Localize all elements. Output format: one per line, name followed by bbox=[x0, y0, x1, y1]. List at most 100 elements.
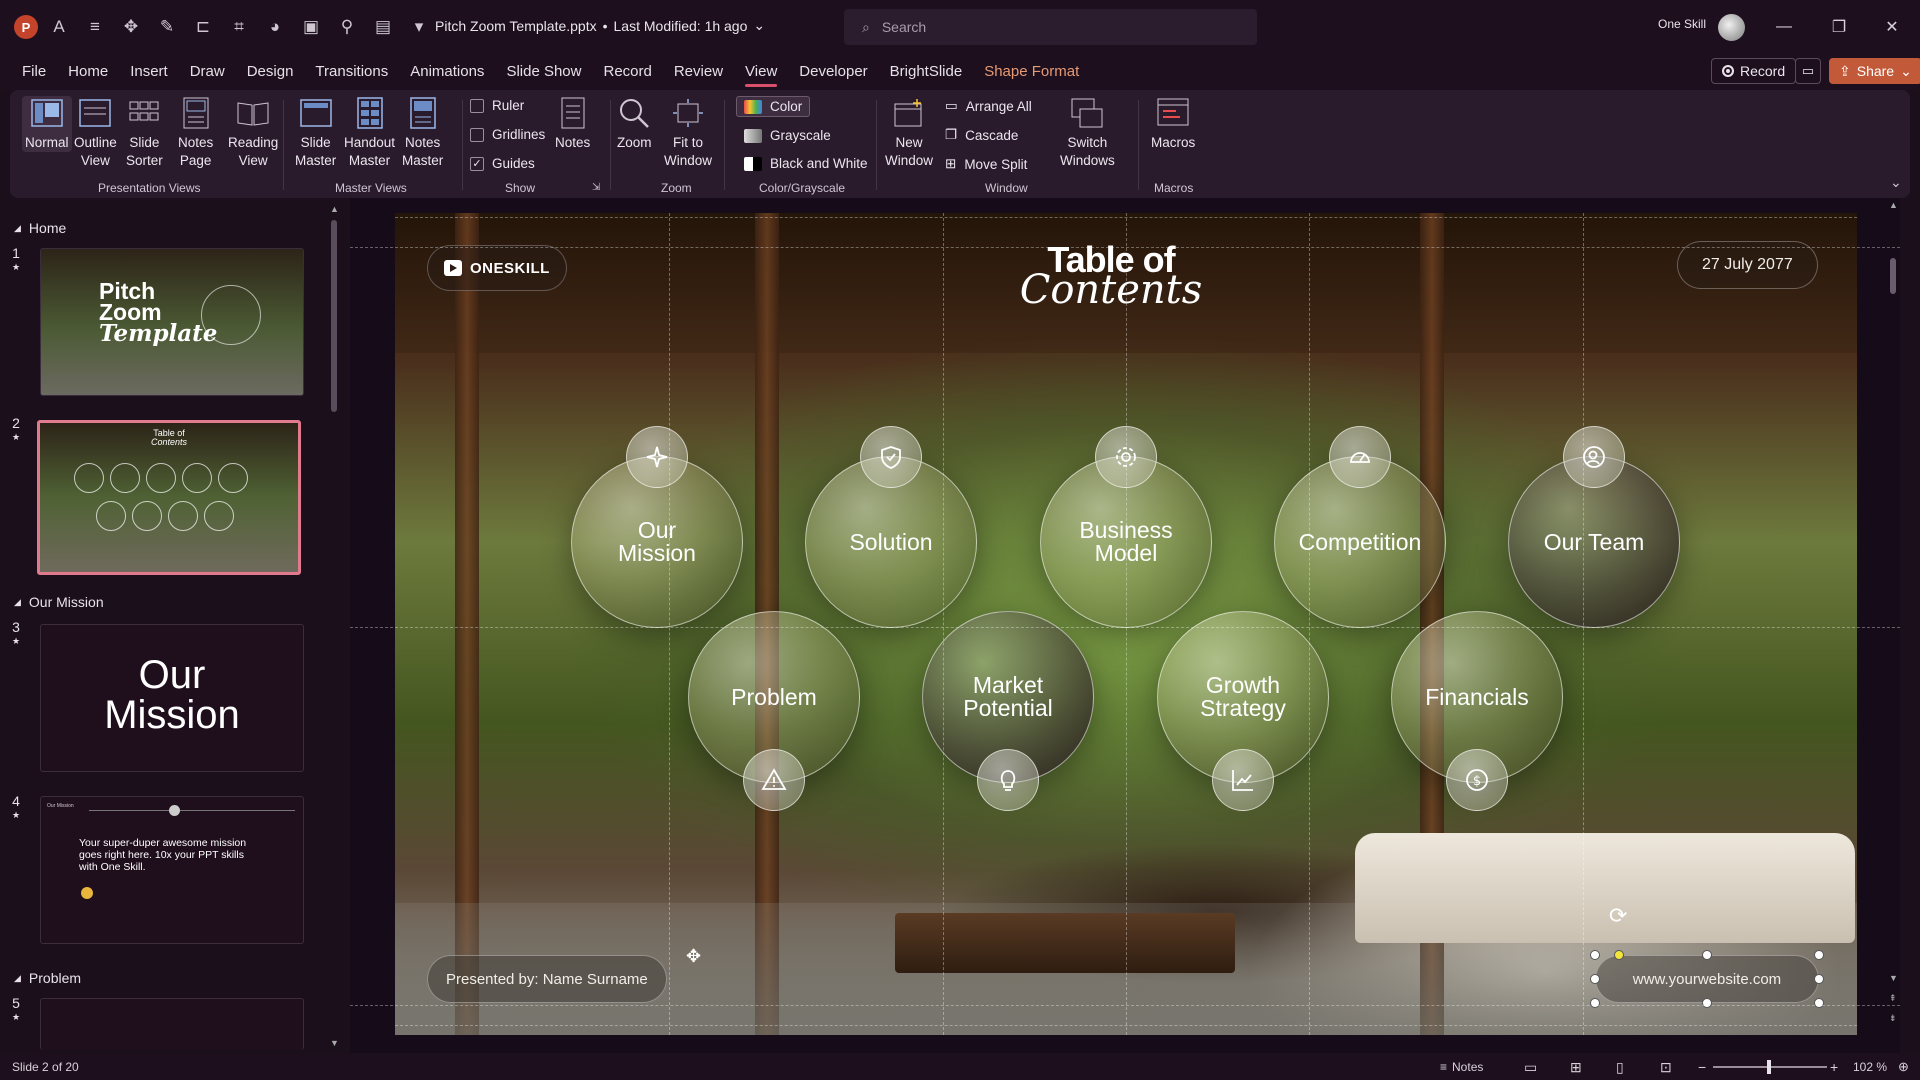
macros-button[interactable]: Macros bbox=[1151, 96, 1195, 152]
eyedropper-icon[interactable]: ⚲ bbox=[332, 12, 362, 42]
outline-view-button[interactable]: Outline View bbox=[74, 96, 117, 170]
slide-master-button[interactable]: Slide Master bbox=[295, 96, 336, 170]
tab-review[interactable]: Review bbox=[663, 54, 734, 90]
tab-record[interactable]: Record bbox=[592, 54, 662, 90]
adjustment-handle[interactable] bbox=[1614, 950, 1624, 960]
scroll-up-icon[interactable]: ▲ bbox=[330, 204, 339, 214]
resize-handle[interactable] bbox=[1590, 950, 1600, 960]
share-button[interactable]: ⇪ Share ⌄ bbox=[1829, 58, 1920, 84]
handout-master-button[interactable]: Handout Master bbox=[344, 96, 395, 170]
scrollbar-thumb[interactable] bbox=[331, 220, 337, 412]
presenter-pill[interactable]: Presented by: Name Surname bbox=[427, 955, 667, 1003]
slide-sorter-button[interactable]: Slide Sorter bbox=[126, 96, 163, 170]
notes-page-button[interactable]: Notes Page bbox=[178, 96, 213, 170]
resize-handle[interactable] bbox=[1590, 998, 1600, 1008]
format-painter-icon[interactable]: ✎ bbox=[152, 12, 182, 42]
section-header-problem[interactable]: ◢ Problem bbox=[14, 970, 81, 986]
fit-to-window-button[interactable]: Fit to Window bbox=[664, 96, 712, 170]
scrollbar-thumb[interactable] bbox=[1890, 258, 1896, 294]
canvas-scrollbar[interactable]: ▲ ▼ ⇞ ⇟ bbox=[1888, 198, 1898, 1053]
black-white-button[interactable]: Black and White bbox=[744, 156, 868, 171]
guide-line[interactable] bbox=[1126, 213, 1127, 1035]
guide-line[interactable] bbox=[943, 213, 944, 1035]
slide-thumbnail-4[interactable]: Our Mission Your super-duper awesome mis… bbox=[40, 796, 304, 944]
resize-handle[interactable] bbox=[1702, 950, 1712, 960]
tab-shape-format[interactable]: Shape Format bbox=[973, 54, 1090, 90]
zoom-slider-thumb[interactable] bbox=[1767, 1060, 1771, 1074]
ruler-checkbox[interactable]: Ruler bbox=[470, 98, 524, 113]
tab-transitions[interactable]: Transitions bbox=[304, 54, 399, 90]
previous-slide-icon[interactable]: ⇞ bbox=[1889, 993, 1897, 1004]
thumbnail-scrollbar[interactable]: ▲ ▼ bbox=[330, 204, 339, 1050]
scroll-down-icon[interactable]: ▼ bbox=[330, 1038, 339, 1048]
slide-layout-icon[interactable]: ▤ bbox=[368, 12, 398, 42]
guide-line[interactable] bbox=[350, 247, 1900, 248]
crop-icon[interactable]: ⌗ bbox=[224, 12, 254, 42]
customize-toolbar-icon[interactable]: ▾ bbox=[404, 12, 434, 42]
restore-icon[interactable]: ❐ bbox=[1819, 12, 1859, 42]
fit-slide-icon[interactable]: ⊕ bbox=[1898, 1059, 1909, 1075]
distribute-icon[interactable]: ⊏ bbox=[188, 12, 218, 42]
tab-slide-show[interactable]: Slide Show bbox=[495, 54, 592, 90]
zoom-level[interactable]: 102 % bbox=[1853, 1060, 1887, 1074]
document-title[interactable]: Pitch Zoom Template.pptx • Last Modified… bbox=[435, 17, 765, 34]
reading-view-icon[interactable]: ▯ bbox=[1616, 1059, 1624, 1076]
scroll-down-icon[interactable]: ▼ bbox=[1889, 973, 1898, 983]
cascade-button[interactable]: ❐ Cascade bbox=[945, 127, 1018, 143]
slideshow-icon[interactable]: ⊡ bbox=[1660, 1059, 1672, 1076]
guide-line[interactable] bbox=[1309, 213, 1310, 1035]
arrange-all-button[interactable]: ▭ Arrange All bbox=[945, 98, 1032, 114]
comments-button[interactable]: ▭ bbox=[1795, 58, 1821, 84]
tab-design[interactable]: Design bbox=[236, 54, 305, 90]
shape-merge-icon[interactable]: ✥ bbox=[116, 12, 146, 42]
rotate-handle-icon[interactable]: ⟳ bbox=[1609, 903, 1627, 929]
normal-view-icon[interactable]: ▭ bbox=[1524, 1059, 1537, 1076]
scroll-up-icon[interactable]: ▲ bbox=[1889, 200, 1898, 210]
tab-view[interactable]: View bbox=[734, 54, 788, 90]
slide-title[interactable]: Table of Contents bbox=[991, 242, 1231, 311]
search-input[interactable]: ⌕ Search bbox=[844, 9, 1257, 45]
minimize-icon[interactable]: — bbox=[1764, 12, 1804, 42]
slide-table-of-contents[interactable]: ONESKILL Table of Contents 27 July 2077 … bbox=[395, 213, 1857, 1035]
guide-line[interactable] bbox=[350, 627, 1900, 628]
picture-icon[interactable]: ▣ bbox=[296, 12, 326, 42]
tab-developer[interactable]: Developer bbox=[788, 54, 878, 90]
user-name[interactable]: One Skill bbox=[1658, 17, 1706, 31]
resize-handle[interactable] bbox=[1590, 974, 1600, 984]
zoom-button[interactable]: Zoom bbox=[617, 96, 652, 152]
guide-line[interactable] bbox=[1583, 213, 1584, 1035]
shape-fill-icon[interactable]: ◕ bbox=[260, 12, 290, 42]
resize-handle[interactable] bbox=[1814, 950, 1824, 960]
resize-handle[interactable] bbox=[1814, 974, 1824, 984]
notes-toggle-button[interactable]: ≡ Notes bbox=[1440, 1060, 1483, 1074]
avatar[interactable] bbox=[1718, 14, 1745, 41]
align-text-icon[interactable]: ≡ bbox=[80, 12, 110, 42]
gridlines-checkbox[interactable]: Gridlines bbox=[470, 127, 545, 142]
guide-line[interactable] bbox=[669, 213, 670, 1035]
slide-thumbnail-5[interactable] bbox=[40, 998, 304, 1050]
zoom-slider[interactable] bbox=[1713, 1060, 1827, 1074]
website-pill[interactable]: www.yourwebsite.com bbox=[1595, 955, 1819, 1003]
tab-file[interactable]: File bbox=[11, 54, 57, 90]
tab-brightslide[interactable]: BrightSlide bbox=[879, 54, 974, 90]
slide-thumbnail-1[interactable]: Pitch Zoom Template bbox=[40, 248, 304, 396]
slide-thumbnail-3[interactable]: Our Mission bbox=[40, 624, 304, 772]
normal-view-button[interactable]: Normal bbox=[22, 96, 72, 152]
collapse-ribbon-icon[interactable]: ⌄ bbox=[1890, 174, 1902, 191]
slide-thumbnail-2[interactable]: Table of Contents bbox=[37, 420, 301, 575]
next-slide-icon[interactable]: ⇟ bbox=[1889, 1013, 1897, 1024]
notes-button[interactable]: Notes bbox=[555, 96, 590, 152]
zoom-out-icon[interactable]: − bbox=[1698, 1059, 1706, 1075]
slide-editing-canvas[interactable]: ONESKILL Table of Contents 27 July 2077 … bbox=[350, 198, 1900, 1053]
brand-logo[interactable]: ONESKILL bbox=[427, 245, 567, 291]
switch-windows-button[interactable]: Switch Windows bbox=[1060, 96, 1115, 170]
slide-sorter-icon[interactable]: ⊞ bbox=[1570, 1059, 1582, 1076]
guide-line[interactable] bbox=[350, 1005, 1900, 1006]
tab-home[interactable]: Home bbox=[57, 54, 119, 90]
tab-insert[interactable]: Insert bbox=[119, 54, 179, 90]
notes-master-button[interactable]: Notes Master bbox=[402, 96, 443, 170]
guides-checkbox[interactable]: ✓ Guides bbox=[470, 156, 535, 171]
resize-handle[interactable] bbox=[1814, 998, 1824, 1008]
move-split-button[interactable]: ⊞ Move Split bbox=[945, 156, 1027, 172]
section-header-our-mission[interactable]: ◢ Our Mission bbox=[14, 594, 104, 610]
